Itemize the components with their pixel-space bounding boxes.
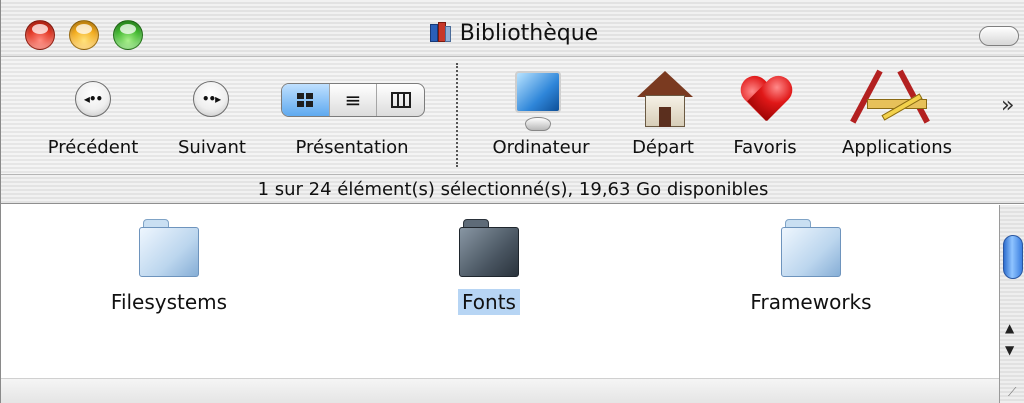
list-view-icon: ≡ <box>344 88 362 112</box>
forward-label: Suivant <box>178 137 246 158</box>
favorites-label: Favoris <box>733 137 797 158</box>
icon-view-button[interactable] <box>282 84 330 116</box>
column-view-icon <box>390 92 411 108</box>
window-title-text: Bibliothèque <box>459 20 599 46</box>
finder-window: Bibliothèque ◂•• Précédent ••▸ Suivant ≡… <box>0 0 1024 403</box>
file-name: Filesystems <box>110 290 228 314</box>
applications-button[interactable]: Applications <box>821 57 971 175</box>
file-item-frameworks[interactable]: Frameworks <box>731 219 891 329</box>
home-icon <box>637 71 693 129</box>
title-bar[interactable]: Bibliothèque <box>1 0 1024 56</box>
status-bar: 1 sur 24 élément(s) sélectionné(s), 19,6… <box>1 174 1024 204</box>
view-mode-control[interactable]: ≡ <box>281 83 425 117</box>
forward-button[interactable]: ••▸ Suivant <box>151 57 271 175</box>
toolbar-toggle-button[interactable] <box>979 26 1019 46</box>
home-label: Départ <box>632 137 694 158</box>
library-icon <box>428 22 452 44</box>
home-button[interactable]: Départ <box>621 57 711 175</box>
scroll-up-arrow-icon[interactable]: ▲ <box>1005 321 1014 335</box>
toolbar: ◂•• Précédent ••▸ Suivant ≡ Présentation… <box>1 56 1024 174</box>
file-browser-content[interactable]: Filesystems Fonts Frameworks <box>1 205 999 403</box>
computer-icon <box>515 71 561 131</box>
icon-view-icon <box>297 93 314 107</box>
back-arrow-icon: ◂•• <box>75 81 111 117</box>
favorites-heart-icon <box>739 77 793 125</box>
file-name: Frameworks <box>750 290 872 314</box>
favorites-button[interactable]: Favoris <box>721 57 811 175</box>
computer-button[interactable]: Ordinateur <box>481 57 601 175</box>
file-name-selected: Fonts <box>458 289 520 315</box>
toolbar-separator <box>456 63 458 167</box>
file-item-fonts[interactable]: Fonts <box>409 219 569 329</box>
folder-icon <box>459 219 519 277</box>
file-item-filesystems[interactable]: Filesystems <box>89 219 249 329</box>
toolbar-overflow-icon[interactable]: » <box>1001 93 1015 118</box>
computer-label: Ordinateur <box>492 137 590 158</box>
view-label: Présentation <box>295 137 409 158</box>
back-button[interactable]: ◂•• Précédent <box>1 57 141 175</box>
back-label: Précédent <box>47 137 139 158</box>
window-title: Bibliothèque <box>1 0 1024 56</box>
column-view-button[interactable] <box>377 84 424 116</box>
applications-icon <box>850 69 930 131</box>
resize-grip-icon[interactable]: ⟋ <box>1008 385 1016 400</box>
applications-label: Applications <box>842 137 952 158</box>
scroll-down-arrow-icon[interactable]: ▼ <box>1005 343 1014 357</box>
folder-icon <box>781 219 841 277</box>
list-view-button[interactable]: ≡ <box>330 84 378 116</box>
folder-icon <box>139 219 199 277</box>
status-text: 1 sur 24 élément(s) sélectionné(s), 19,6… <box>257 178 769 200</box>
window-bottom-edge <box>1 378 999 403</box>
vertical-scrollbar[interactable]: ▲ ▼ ⟋ <box>999 205 1024 403</box>
scroll-thumb[interactable] <box>1003 235 1023 279</box>
forward-arrow-icon: ••▸ <box>193 81 229 117</box>
